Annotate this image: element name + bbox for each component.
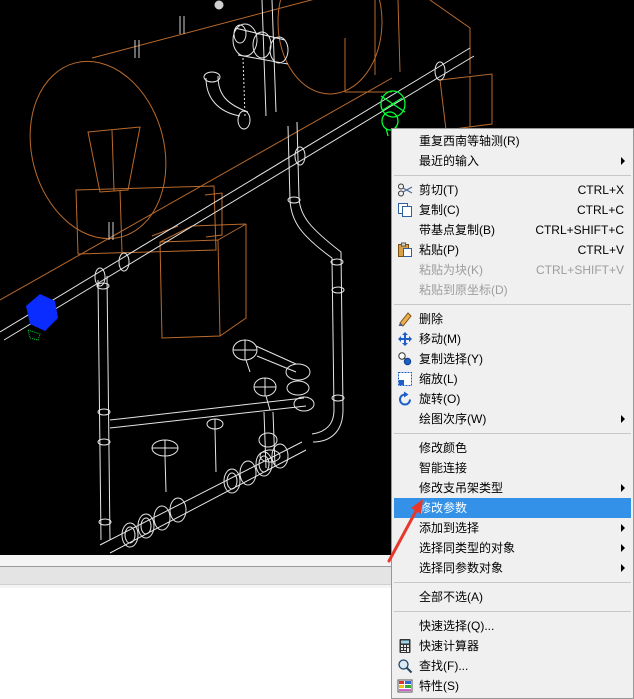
menu-item-label: 移动(M) bbox=[419, 332, 461, 346]
menu-item-label: 添加到选择 bbox=[419, 521, 480, 535]
move-icon bbox=[397, 331, 413, 347]
menu-item-select-same-parameters[interactable]: 选择同参数对象 bbox=[394, 558, 631, 578]
menu-item-modify-support-type[interactable]: 修改支吊架类型 bbox=[394, 478, 631, 498]
right-riser-pipe bbox=[287, 121, 344, 443]
menu-item-label: 复制选择(Y) bbox=[419, 352, 483, 366]
menu-item-deselect-all[interactable]: 全部不选(A) bbox=[394, 587, 631, 607]
menu-item-shortcut: CTRL+C bbox=[576, 203, 624, 217]
menu-item-copy[interactable]: 复制(C) CTRL+C bbox=[394, 200, 631, 220]
anchor-pins bbox=[108, 0, 224, 240]
left-support-outline bbox=[75, 126, 223, 255]
menu-item-label: 最近的输入 bbox=[419, 154, 480, 168]
selected-fitting[interactable] bbox=[26, 294, 58, 341]
menu-item-repeat-sw-isometric[interactable]: 重复西南等轴测(R) bbox=[394, 131, 631, 151]
menu-item-modify-color[interactable]: 修改颜色 bbox=[394, 438, 631, 458]
menu-item-label: 带基点复制(B) bbox=[419, 223, 495, 237]
menu-item-paste-as-block: 粘贴为块(K) CTRL+SHIFT+V bbox=[394, 260, 631, 280]
menu-item-move[interactable]: 移动(M) bbox=[394, 329, 631, 349]
calculator-icon bbox=[397, 638, 413, 654]
tank-shell-lines bbox=[0, 0, 393, 301]
menu-item-label: 智能连接 bbox=[419, 461, 468, 475]
menu-item-shortcut: CTRL+X bbox=[577, 183, 624, 197]
menu-item-label: 快速计算器 bbox=[419, 639, 480, 653]
menu-item-add-to-selection[interactable]: 添加到选择 bbox=[394, 518, 631, 538]
middle-support-outline bbox=[159, 223, 247, 339]
find-icon bbox=[397, 658, 413, 674]
scale-icon bbox=[397, 371, 413, 387]
menu-item-paste[interactable]: 粘贴(P) CTRL+V bbox=[394, 240, 631, 260]
scissors-icon bbox=[397, 182, 413, 198]
menu-item-copy-with-base-point[interactable]: 带基点复制(B) CTRL+SHIFT+C bbox=[394, 220, 631, 240]
menu-item-label: 旋转(O) bbox=[419, 392, 461, 406]
menu-item-cut[interactable]: 剪切(T) CTRL+X bbox=[394, 180, 631, 200]
menu-separator bbox=[394, 433, 631, 434]
middle-branch-pipe bbox=[109, 397, 307, 429]
menu-item-label: 特性(S) bbox=[419, 679, 459, 693]
properties-icon bbox=[397, 678, 413, 694]
menu-item-label: 选择同类型的对象 bbox=[419, 541, 516, 555]
menu-item-properties[interactable]: 特性(S) bbox=[394, 676, 631, 696]
rotate-icon bbox=[397, 391, 413, 407]
menu-item-erase[interactable]: 删除 bbox=[394, 309, 631, 329]
menu-separator bbox=[394, 175, 631, 176]
menu-item-quick-calculator[interactable]: 快速计算器 bbox=[394, 636, 631, 656]
top-marker bbox=[214, 0, 224, 10]
eraser-icon bbox=[397, 311, 413, 327]
valve-connector-pipe bbox=[255, 345, 297, 373]
menu-item-label: 重复西南等轴测(R) bbox=[419, 134, 520, 148]
menu-item-label: 缩放(L) bbox=[419, 372, 458, 386]
menu-separator bbox=[394, 304, 631, 305]
menu-item-shortcut: CTRL+SHIFT+C bbox=[535, 223, 624, 237]
paste-icon bbox=[397, 242, 413, 258]
menu-item-label: 修改颜色 bbox=[419, 441, 468, 455]
menu-item-recent-input[interactable]: 最近的输入 bbox=[394, 151, 631, 171]
short-vertical-pipe bbox=[263, 411, 276, 469]
menu-item-label: 选择同参数对象 bbox=[419, 561, 504, 575]
menu-item-select-similar-type[interactable]: 选择同类型的对象 bbox=[394, 538, 631, 558]
menu-item-label: 剪切(T) bbox=[419, 183, 459, 197]
menu-item-quick-select[interactable]: 快速选择(Q)... bbox=[394, 616, 631, 636]
menu-item-find[interactable]: 查找(F)... bbox=[394, 656, 631, 676]
menu-item-label: 全部不选(A) bbox=[419, 590, 483, 604]
submenu-arrow-icon bbox=[621, 157, 625, 165]
upper-tank-outline bbox=[277, 0, 383, 95]
menu-item-label: 粘贴到原坐标(D) bbox=[419, 283, 508, 297]
menu-separator bbox=[394, 611, 631, 612]
submenu-arrow-icon bbox=[621, 524, 625, 532]
menu-item-shortcut: CTRL+V bbox=[577, 243, 624, 257]
menu-separator bbox=[394, 582, 631, 583]
tank-head-outline bbox=[29, 60, 167, 240]
copy-selection-icon bbox=[397, 351, 413, 367]
menu-item-label: 删除 bbox=[419, 312, 444, 326]
dashed-centerline bbox=[242, 57, 246, 117]
menu-item-scale[interactable]: 缩放(L) bbox=[394, 369, 631, 389]
menu-item-label: 快速选择(Q)... bbox=[419, 619, 495, 633]
menu-item-paste-to-original-coords: 粘贴到原坐标(D) bbox=[394, 280, 631, 300]
menu-item-label: 绘图次序(W) bbox=[419, 412, 487, 426]
copy-icon bbox=[397, 202, 413, 218]
menu-item-label: 修改支吊架类型 bbox=[419, 481, 504, 495]
menu-item-label: 复制(C) bbox=[419, 203, 460, 217]
menu-item-rotate[interactable]: 旋转(O) bbox=[394, 389, 631, 409]
submenu-arrow-icon bbox=[621, 544, 625, 552]
menu-item-label: 修改参数 bbox=[419, 501, 468, 515]
left-riser-pipe bbox=[97, 275, 111, 541]
menu-item-modify-parameters[interactable]: 修改参数 bbox=[394, 498, 631, 518]
menu-item-copy-selection[interactable]: 复制选择(Y) bbox=[394, 349, 631, 369]
selected-fitting-grip bbox=[27, 329, 41, 341]
menu-item-smart-connect[interactable]: 智能连接 bbox=[394, 458, 631, 478]
menu-item-label: 粘贴(P) bbox=[419, 243, 459, 257]
submenu-arrow-icon bbox=[621, 564, 625, 572]
submenu-arrow-icon bbox=[621, 415, 625, 423]
submenu-arrow-icon bbox=[621, 484, 625, 492]
context-menu: 重复西南等轴测(R) 最近的输入 剪切(T) CTRL+X 复制(C) CTRL… bbox=[391, 128, 634, 699]
menu-item-label: 查找(F)... bbox=[419, 659, 469, 673]
menu-item-shortcut: CTRL+SHIFT+V bbox=[535, 263, 624, 277]
menu-item-draw-order[interactable]: 绘图次序(W) bbox=[394, 409, 631, 429]
menu-item-label: 粘贴为块(K) bbox=[419, 263, 483, 277]
